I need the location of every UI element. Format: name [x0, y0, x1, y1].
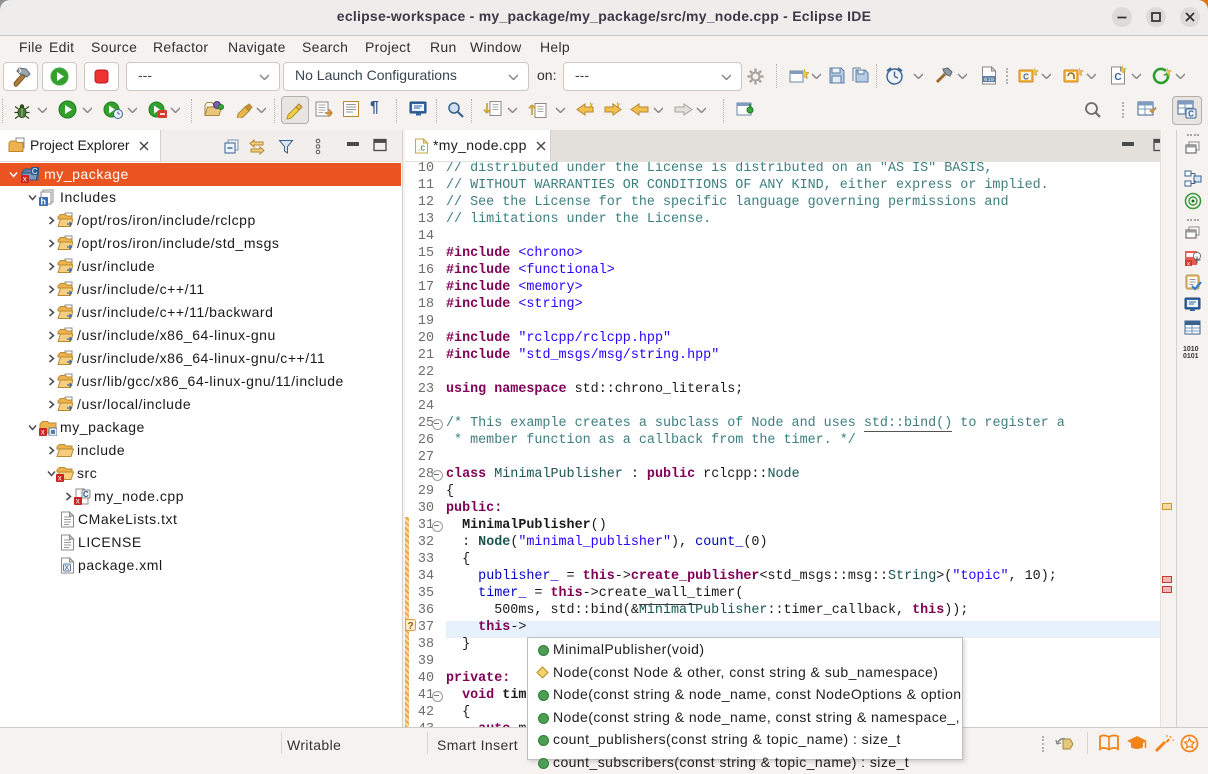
- svg-text:C: C: [1188, 110, 1194, 119]
- svg-text:x: x: [58, 474, 63, 483]
- svg-text:x: x: [23, 175, 28, 184]
- svg-text:x: x: [41, 428, 46, 437]
- svg-text:C: C: [83, 490, 89, 499]
- svg-text:C: C: [1114, 72, 1121, 83]
- svg-text:?: ?: [407, 621, 413, 632]
- svg-text:X: X: [64, 565, 69, 572]
- svg-text:.c: .c: [418, 143, 426, 153]
- svg-text:010: 010: [984, 76, 994, 83]
- svg-text:x: x: [76, 497, 81, 506]
- svg-text:C: C: [32, 167, 38, 176]
- svg-text:h: h: [40, 197, 46, 207]
- svg-text:C: C: [1023, 73, 1029, 82]
